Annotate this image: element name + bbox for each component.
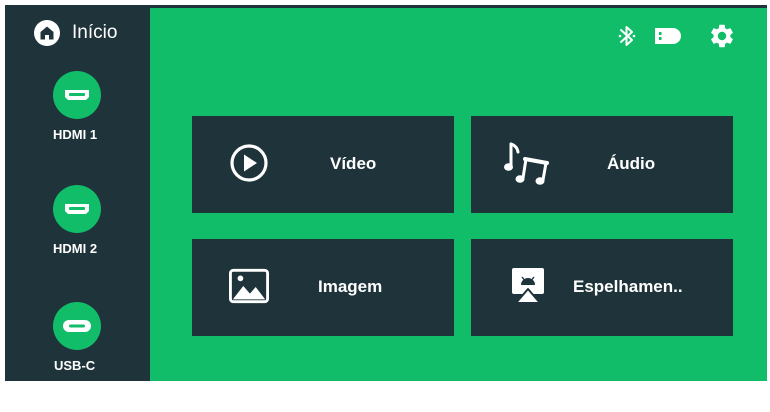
bluetooth-icon[interactable] <box>616 22 638 50</box>
home-button[interactable]: Início <box>34 20 117 46</box>
tile-audio[interactable]: Áudio <box>471 116 733 213</box>
music-notes-icon <box>503 140 551 188</box>
usb-c-port-icon <box>53 302 101 350</box>
home-icon <box>34 20 60 46</box>
sidebar: Início HDMI 1 HDMI 2 USB-C <box>5 5 150 381</box>
source-label: HDMI 1 <box>53 127 98 142</box>
projector-icon[interactable] <box>653 22 687 50</box>
home-label: Início <box>72 22 118 43</box>
tile-label: Imagem <box>318 277 383 296</box>
screen-mirroring-icon <box>508 266 548 306</box>
image-icon <box>229 266 269 306</box>
settings-gear-icon[interactable] <box>707 22 737 50</box>
tile-label: Áudio <box>607 154 656 173</box>
tile-label: Vídeo <box>330 154 377 173</box>
tile-image[interactable]: Imagem <box>192 239 454 336</box>
hdmi-port-icon <box>53 185 101 233</box>
play-circle-icon <box>229 143 269 183</box>
hdmi-port-icon <box>53 71 101 119</box>
app-window: Início HDMI 1 HDMI 2 USB-C Vídeo Áudio I… <box>5 5 767 381</box>
main-panel: Vídeo Áudio Imagem Espelhamen.. <box>150 8 767 381</box>
source-hdmi-2[interactable]: HDMI 2 <box>5 185 150 295</box>
source-label: USB-C <box>54 358 96 373</box>
source-usb-c[interactable]: USB-C <box>5 302 150 412</box>
source-label: HDMI 2 <box>53 241 98 256</box>
tile-video[interactable]: Vídeo <box>192 116 454 213</box>
source-hdmi-1[interactable]: HDMI 1 <box>5 71 150 181</box>
tile-screen-mirroring[interactable]: Espelhamen.. <box>471 239 733 336</box>
tile-label: Espelhamen.. <box>573 277 683 296</box>
